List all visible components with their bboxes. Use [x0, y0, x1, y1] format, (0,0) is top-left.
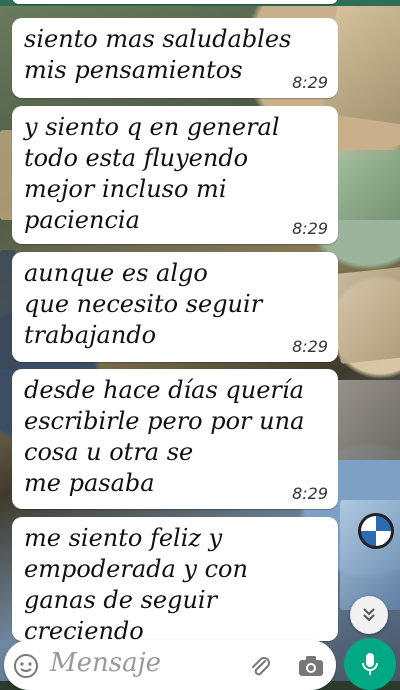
message-bubble[interactable]: y siento q en general todo esta fluyendo… — [12, 106, 338, 244]
bmw-logo-icon — [358, 513, 394, 549]
wallpaper-banknote — [331, 266, 400, 364]
message-bubble[interactable]: desde hace días quería escribirle pero p… — [12, 369, 338, 509]
message-bubble-partial[interactable] — [12, 0, 338, 4]
message-text: me siento feliz y empoderada y con ganas… — [24, 524, 248, 641]
scroll-to-bottom-button[interactable] — [350, 596, 388, 634]
mic-icon — [362, 653, 378, 675]
emoji-icon[interactable] — [12, 652, 40, 680]
double-chevron-down-icon — [363, 608, 375, 622]
wallpaper-banknote — [330, 150, 400, 220]
message-text: aunque es algo que necesito seguir traba… — [24, 259, 263, 349]
message-time: 8:29 — [292, 73, 328, 92]
message-text: siento mas saludables mis pensamientos — [24, 25, 292, 84]
message-time: 8:29 — [292, 337, 328, 356]
camera-icon[interactable] — [296, 652, 326, 680]
mic-button[interactable] — [344, 638, 396, 690]
wallpaper-banknote — [330, 380, 400, 460]
message-text: y siento q en general todo esta fluyendo… — [24, 113, 280, 234]
message-bubble[interactable]: aunque es algo que necesito seguir traba… — [12, 252, 338, 362]
message-input[interactable]: Mensaje — [50, 648, 161, 678]
message-bubble[interactable]: siento mas saludables mis pensamientos 8… — [12, 18, 338, 98]
message-composer[interactable]: Mensaje — [4, 640, 336, 690]
message-time: 8:29 — [292, 484, 328, 503]
message-time: 8:29 — [292, 219, 328, 238]
paperclip-icon[interactable] — [246, 652, 274, 680]
message-text: desde hace días quería escribirle pero p… — [24, 376, 305, 497]
message-bubble[interactable]: me siento feliz y empoderada y con ganas… — [12, 517, 338, 641]
